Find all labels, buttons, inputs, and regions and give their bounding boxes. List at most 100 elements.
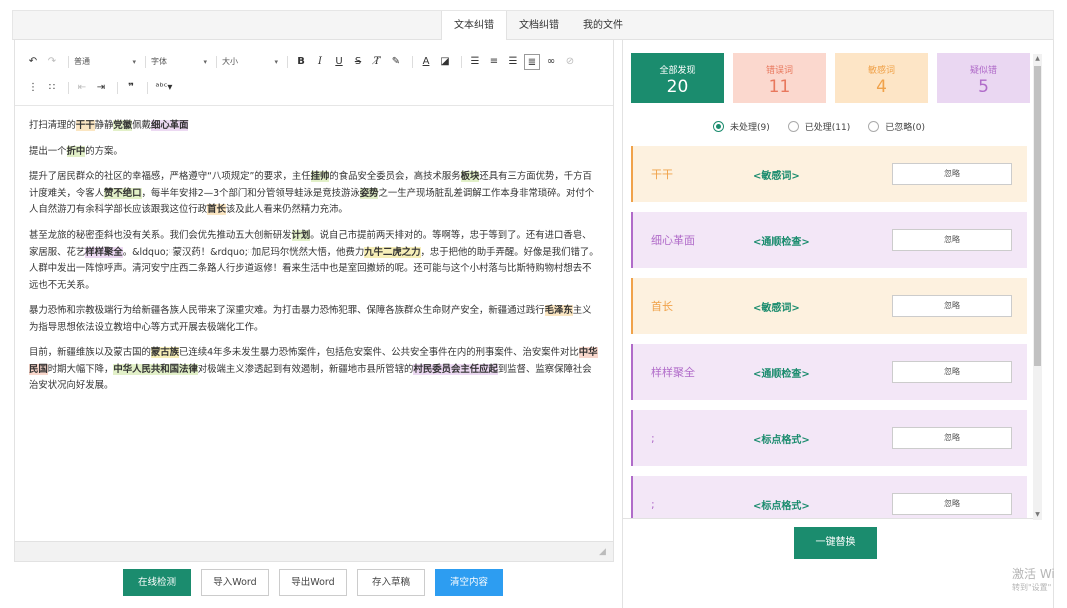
ignore-button[interactable]: 忽略 (892, 493, 1012, 515)
font-color-icon[interactable]: A (418, 54, 434, 70)
strikethrough-icon[interactable]: S (350, 54, 366, 70)
undo-icon[interactable]: ↶ (25, 54, 41, 70)
top-tab-bar: 文本纠错 文档纠错 我的文件 (12, 10, 1054, 42)
scroll-up-icon[interactable]: ▲ (1033, 54, 1042, 64)
flagged-word[interactable]: 计划 (291, 229, 311, 241)
text-run: 暴力恐怖和宗教极端行为给新疆各族人民带来了深重灾难。为打击暴力恐怖犯罪、保障各族… (29, 305, 545, 317)
italic-icon[interactable]: I (312, 54, 328, 70)
flagged-word[interactable]: 样样聚全 (85, 246, 123, 258)
radio-icon (868, 121, 880, 132)
link-icon[interactable]: ∞ (543, 54, 559, 70)
ordered-list-icon[interactable]: ⋮ (25, 80, 41, 96)
text-run: 的食品安全委员会，高技术服务 (329, 171, 461, 182)
panel-divider (623, 518, 1033, 519)
flagged-word[interactable]: 折中 (66, 145, 86, 157)
toolbar-divider (412, 56, 413, 68)
blockquote-icon[interactable]: ❞ (123, 80, 139, 96)
export-word-button[interactable]: 导出Word (279, 569, 347, 596)
issue-item[interactable]: 干干 <敏感词> 忽略 (631, 146, 1027, 202)
outdent-icon[interactable]: ⇤ (74, 80, 90, 96)
issue-category: <通顺检查> (753, 368, 810, 380)
filter-unprocessed-radio[interactable]: 未处理(9) (713, 120, 770, 133)
underline-icon[interactable]: U (331, 54, 347, 70)
flagged-word[interactable]: 毛泽东 (544, 305, 573, 317)
text-run: 静静 (94, 120, 114, 131)
text-run: 加尼玛尔恍然大悟，他费力 (251, 246, 365, 258)
toolbar-divider (216, 56, 217, 68)
stat-suspected-errors[interactable]: 疑似错 5 (937, 53, 1030, 103)
spellcheck-icon[interactable]: ᵃᵇᶜ▾ (153, 80, 175, 96)
issue-item[interactable]: 样样聚全 <通顺检查> 忽略 (631, 344, 1027, 400)
flagged-word[interactable]: 赞不绝口 (104, 187, 142, 199)
radio-icon (713, 121, 724, 132)
flagged-word[interactable]: 党徽 (113, 120, 133, 131)
editor-content[interactable]: 打扫清理的干干静静党徽佩戴细心革面 提出一个折中的方案。 提升了居民群众的社区的… (15, 106, 613, 395)
save-draft-button[interactable]: 存入草稿 (357, 569, 425, 596)
import-word-button[interactable]: 导入Word (201, 569, 269, 596)
scroll-down-icon[interactable]: ▼ (1033, 510, 1042, 520)
ignore-button[interactable]: 忽略 (892, 295, 1012, 317)
unordered-list-icon[interactable]: ∷ (44, 80, 60, 96)
align-left-icon[interactable]: ☰ (467, 54, 483, 70)
issue-list-scrollbar[interactable]: ▲ ▼ (1033, 54, 1042, 520)
paragraph-3: 提升了居民群众的社区的幸福感，严格遵守“八项规定”的要求，主任挂帅的食品安全委员… (29, 169, 599, 219)
ignore-button[interactable]: 忽略 (892, 229, 1012, 251)
flagged-word[interactable]: 首长 (207, 204, 226, 215)
toolbar-divider (461, 56, 462, 68)
filter-processed-radio[interactable]: 已处理(11) (787, 120, 850, 133)
tab-list: 文本纠错 文档纠错 我的文件 (441, 11, 635, 42)
unlink-icon[interactable]: ⊘ (562, 54, 578, 70)
flagged-word[interactable]: 中华人民共和国法律 (113, 363, 198, 375)
stat-all-found[interactable]: 全部发现 20 (631, 53, 724, 103)
bold-icon[interactable]: B (293, 54, 309, 70)
replace-all-button[interactable]: 一键替换 (794, 527, 877, 559)
background-color-icon[interactable]: ◪ (437, 54, 453, 70)
resize-handle-icon[interactable]: ◢ (599, 547, 609, 557)
tab-my-files[interactable]: 我的文件 (571, 11, 635, 41)
text-run: 对极端主义渗透起到有效遏制，新疆地市县所管辖的 (197, 363, 414, 375)
flagged-word[interactable]: 细心革面 (150, 120, 189, 131)
flagged-word[interactable]: 姿势 (359, 187, 379, 199)
format-painter-icon[interactable]: ✎ (388, 54, 404, 70)
stat-label: 全部发现 (659, 66, 696, 76)
flagged-word[interactable]: 挂帅 (310, 171, 330, 182)
stat-error-words[interactable]: 错误词 11 (733, 53, 826, 103)
ignore-button[interactable]: 忽略 (892, 427, 1012, 449)
tab-document-correction[interactable]: 文档纠错 (507, 11, 571, 41)
issue-category: <敏感词> (753, 170, 800, 182)
ignore-button[interactable]: 忽略 (892, 163, 1012, 185)
scrollbar-thumb[interactable] (1034, 66, 1041, 366)
issue-item[interactable]: 首长 <敏感词> 忽略 (631, 278, 1027, 334)
font-family-value: 字体 (151, 57, 167, 66)
tab-text-correction[interactable]: 文本纠错 (441, 11, 507, 42)
font-size-select[interactable]: 大小 ▾ (222, 54, 282, 70)
issue-item[interactable]: ; <标点格式> 忽略 (631, 476, 1027, 518)
issue-list: 干干 <敏感词> 忽略 细心革面 <通顺检查> 忽略 首长 <敏感词> 忽略 样样聚全 <通顺检查>… (631, 146, 1027, 518)
ignore-button[interactable]: 忽略 (892, 361, 1012, 383)
flagged-word[interactable]: 村民委员会主任应起 (413, 363, 498, 375)
font-family-select[interactable]: 字体 ▾ (151, 54, 211, 70)
align-center-icon[interactable]: ≡ (486, 54, 502, 70)
align-justify-icon[interactable]: ≣ (524, 54, 540, 70)
issue-item[interactable]: ; <标点格式> 忽略 (631, 410, 1027, 466)
indent-icon[interactable]: ⇥ (93, 80, 109, 96)
clear-content-button[interactable]: 清空内容 (435, 569, 503, 596)
flagged-word[interactable]: 干干 (75, 120, 95, 131)
stat-sensitive-words[interactable]: 敏感词 4 (835, 53, 928, 103)
flagged-word[interactable]: 九牛二虎之力 (364, 246, 421, 258)
filter-ignored-radio[interactable]: 已忽略(0) (868, 120, 925, 133)
paragraph-format-select[interactable]: 普通 ▾ (74, 54, 140, 70)
issue-word: 首长 (651, 300, 673, 313)
clear-format-icon[interactable]: T̸ (369, 54, 385, 70)
flagged-word[interactable]: 板块 (460, 171, 480, 182)
text-run: 甚至龙旅的秘密歪斜也没有关系。我们会优先推动五大创新研发 (29, 229, 292, 241)
chevron-down-icon: ▾ (132, 58, 136, 66)
online-detect-button[interactable]: 在线检测 (123, 569, 191, 596)
stat-label: 疑似错 (969, 66, 997, 76)
redo-icon[interactable]: ↷ (44, 54, 60, 70)
editor-action-bar: 在线检测 导入Word 导出Word 存入草稿 清空内容 (123, 569, 513, 596)
align-right-icon[interactable]: ☰ (505, 54, 521, 70)
issue-category: <标点格式> (753, 500, 810, 512)
issue-item[interactable]: 细心革面 <通顺检查> 忽略 (631, 212, 1027, 268)
flagged-word[interactable]: 蒙古族 (150, 347, 180, 359)
